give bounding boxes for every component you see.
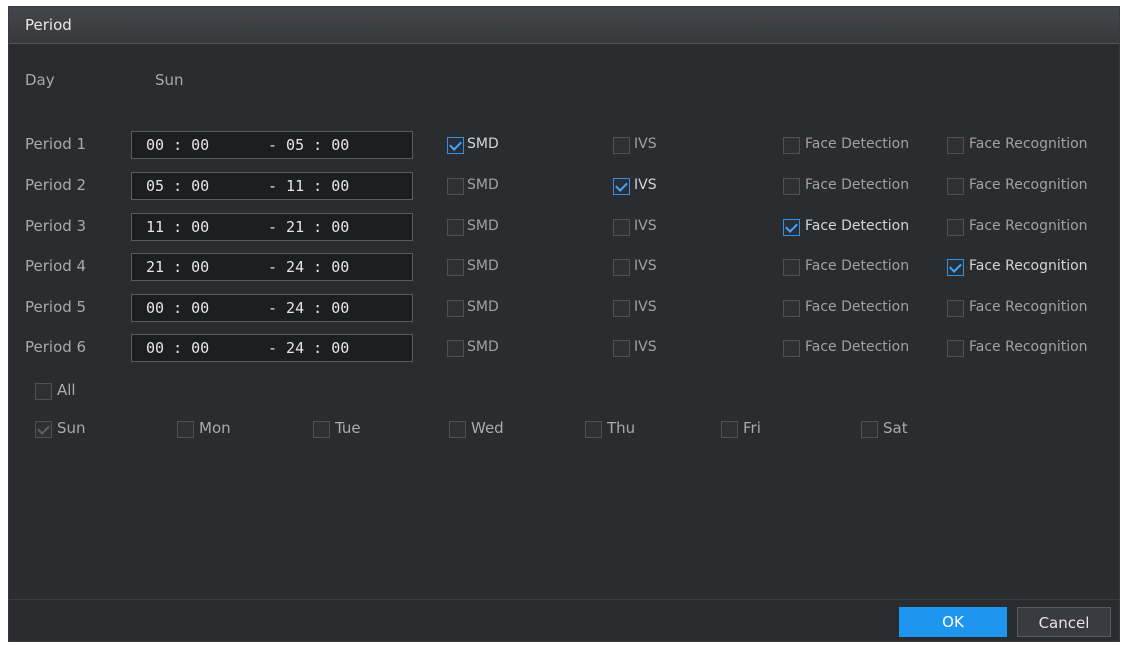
period-4-time-range[interactable]: 21 : 00 - 24 : 00 — [131, 253, 413, 281]
period-6-end-time[interactable]: - 24 : 00 — [268, 339, 349, 357]
period-4-face-recognition-checkbox[interactable] — [947, 259, 964, 276]
day-wed-checkbox[interactable] — [449, 421, 466, 438]
period-6-face-recognition-checkbox[interactable] — [947, 340, 964, 357]
period-4-face-recognition-label: Face Recognition — [969, 258, 1088, 274]
period-2-ivs-label: IVS — [634, 177, 657, 193]
period-6-start-time[interactable]: 00 : 00 — [146, 339, 209, 357]
period-3-face-recognition-checkbox[interactable] — [947, 219, 964, 236]
all-checkbox[interactable] — [35, 383, 52, 400]
day-tue-label: Tue — [335, 419, 361, 437]
period-1-label: Period 1 — [25, 135, 87, 153]
period-2-ivs-checkbox[interactable] — [613, 178, 630, 195]
period-3-time-range[interactable]: 11 : 00 - 21 : 00 — [131, 213, 413, 241]
period-6-ivs-checkbox[interactable] — [613, 340, 630, 357]
period-1-face-detection-label: Face Detection — [805, 136, 910, 152]
period-4-face-detection-label: Face Detection — [805, 258, 910, 274]
period-3-ivs-label: IVS — [634, 218, 657, 234]
period-2-start-time[interactable]: 05 : 00 — [146, 177, 209, 195]
cancel-button[interactable]: Cancel — [1017, 607, 1111, 637]
period-3-face-detection-checkbox[interactable] — [783, 219, 800, 236]
all-label: All — [57, 381, 76, 399]
period-2-face-detection-checkbox[interactable] — [783, 178, 800, 195]
day-mon-checkbox[interactable] — [177, 421, 194, 438]
day-sat-checkbox[interactable] — [861, 421, 878, 438]
period-6-label: Period 6 — [25, 338, 87, 356]
period-5-start-time[interactable]: 00 : 00 — [146, 299, 209, 317]
period-4-end-time[interactable]: - 24 : 00 — [268, 258, 349, 276]
period-1-ivs-label: IVS — [634, 136, 657, 152]
period-5-face-recognition-label: Face Recognition — [969, 299, 1088, 315]
period-2-smd-checkbox[interactable] — [447, 178, 464, 195]
day-thu-checkbox[interactable] — [585, 421, 602, 438]
period-4-start-time[interactable]: 21 : 00 — [146, 258, 209, 276]
dialog-title: Period — [25, 16, 72, 34]
period-4-label: Period 4 — [25, 257, 87, 275]
period-3-smd-label: SMD — [467, 218, 499, 234]
period-6-smd-checkbox[interactable] — [447, 340, 464, 357]
footer-divider — [9, 599, 1119, 600]
period-5-label: Period 5 — [25, 298, 87, 316]
period-1-start-time[interactable]: 00 : 00 — [146, 136, 209, 154]
period-1-end-time[interactable]: - 05 : 00 — [268, 136, 349, 154]
period-3-ivs-checkbox[interactable] — [613, 219, 630, 236]
period-6-ivs-label: IVS — [634, 339, 657, 355]
period-4-face-detection-checkbox[interactable] — [783, 259, 800, 276]
period-5-face-detection-checkbox[interactable] — [783, 300, 800, 317]
period-2-face-recognition-label: Face Recognition — [969, 177, 1088, 193]
period-6-face-detection-checkbox[interactable] — [783, 340, 800, 357]
period-1-ivs-checkbox[interactable] — [613, 137, 630, 154]
period-3-smd-checkbox[interactable] — [447, 219, 464, 236]
day-label: Day — [25, 71, 55, 89]
period-6-smd-label: SMD — [467, 339, 499, 355]
period-4-ivs-label: IVS — [634, 258, 657, 274]
period-2-face-detection-label: Face Detection — [805, 177, 910, 193]
period-2-face-recognition-checkbox[interactable] — [947, 178, 964, 195]
period-1-face-detection-checkbox[interactable] — [783, 137, 800, 154]
day-tue-checkbox[interactable] — [313, 421, 330, 438]
ok-button[interactable]: OK — [899, 607, 1007, 637]
period-3-end-time[interactable]: - 21 : 00 — [268, 218, 349, 236]
day-wed-label: Wed — [471, 419, 504, 437]
day-value: Sun — [155, 71, 184, 89]
period-1-face-recognition-label: Face Recognition — [969, 136, 1088, 152]
period-4-smd-checkbox[interactable] — [447, 259, 464, 276]
period-2-label: Period 2 — [25, 176, 87, 194]
period-1-time-range[interactable]: 00 : 00 - 05 : 00 — [131, 131, 413, 159]
period-5-face-recognition-checkbox[interactable] — [947, 300, 964, 317]
period-3-label: Period 3 — [25, 217, 87, 235]
period-3-face-recognition-label: Face Recognition — [969, 218, 1088, 234]
period-5-smd-checkbox[interactable] — [447, 300, 464, 317]
period-6-face-recognition-label: Face Recognition — [969, 339, 1088, 355]
dialog-titlebar: Period — [9, 7, 1119, 44]
period-6-face-detection-label: Face Detection — [805, 339, 910, 355]
period-6-time-range[interactable]: 00 : 00 - 24 : 00 — [131, 334, 413, 362]
period-3-face-detection-label: Face Detection — [805, 218, 910, 234]
day-sun-label: Sun — [57, 419, 86, 437]
period-1-face-recognition-checkbox[interactable] — [947, 137, 964, 154]
period-5-smd-label: SMD — [467, 299, 499, 315]
period-5-end-time[interactable]: - 24 : 00 — [268, 299, 349, 317]
period-2-smd-label: SMD — [467, 177, 499, 193]
period-4-smd-label: SMD — [467, 258, 499, 274]
period-1-smd-checkbox[interactable] — [447, 137, 464, 154]
day-sun-checkbox[interactable] — [35, 421, 52, 438]
period-2-time-range[interactable]: 05 : 00 - 11 : 00 — [131, 172, 413, 200]
period-3-start-time[interactable]: 11 : 00 — [146, 218, 209, 236]
period-5-ivs-label: IVS — [634, 299, 657, 315]
day-sat-label: Sat — [883, 419, 908, 437]
period-5-face-detection-label: Face Detection — [805, 299, 910, 315]
period-2-end-time[interactable]: - 11 : 00 — [268, 177, 349, 195]
day-thu-label: Thu — [607, 419, 636, 437]
period-1-smd-label: SMD — [467, 136, 499, 152]
period-4-ivs-checkbox[interactable] — [613, 259, 630, 276]
period-dialog: Period Day Sun Period 1 00 : 00 - 05 : 0… — [8, 6, 1120, 642]
period-5-ivs-checkbox[interactable] — [613, 300, 630, 317]
day-fri-label: Fri — [743, 419, 761, 437]
day-mon-label: Mon — [199, 419, 231, 437]
day-fri-checkbox[interactable] — [721, 421, 738, 438]
period-5-time-range[interactable]: 00 : 00 - 24 : 00 — [131, 294, 413, 322]
